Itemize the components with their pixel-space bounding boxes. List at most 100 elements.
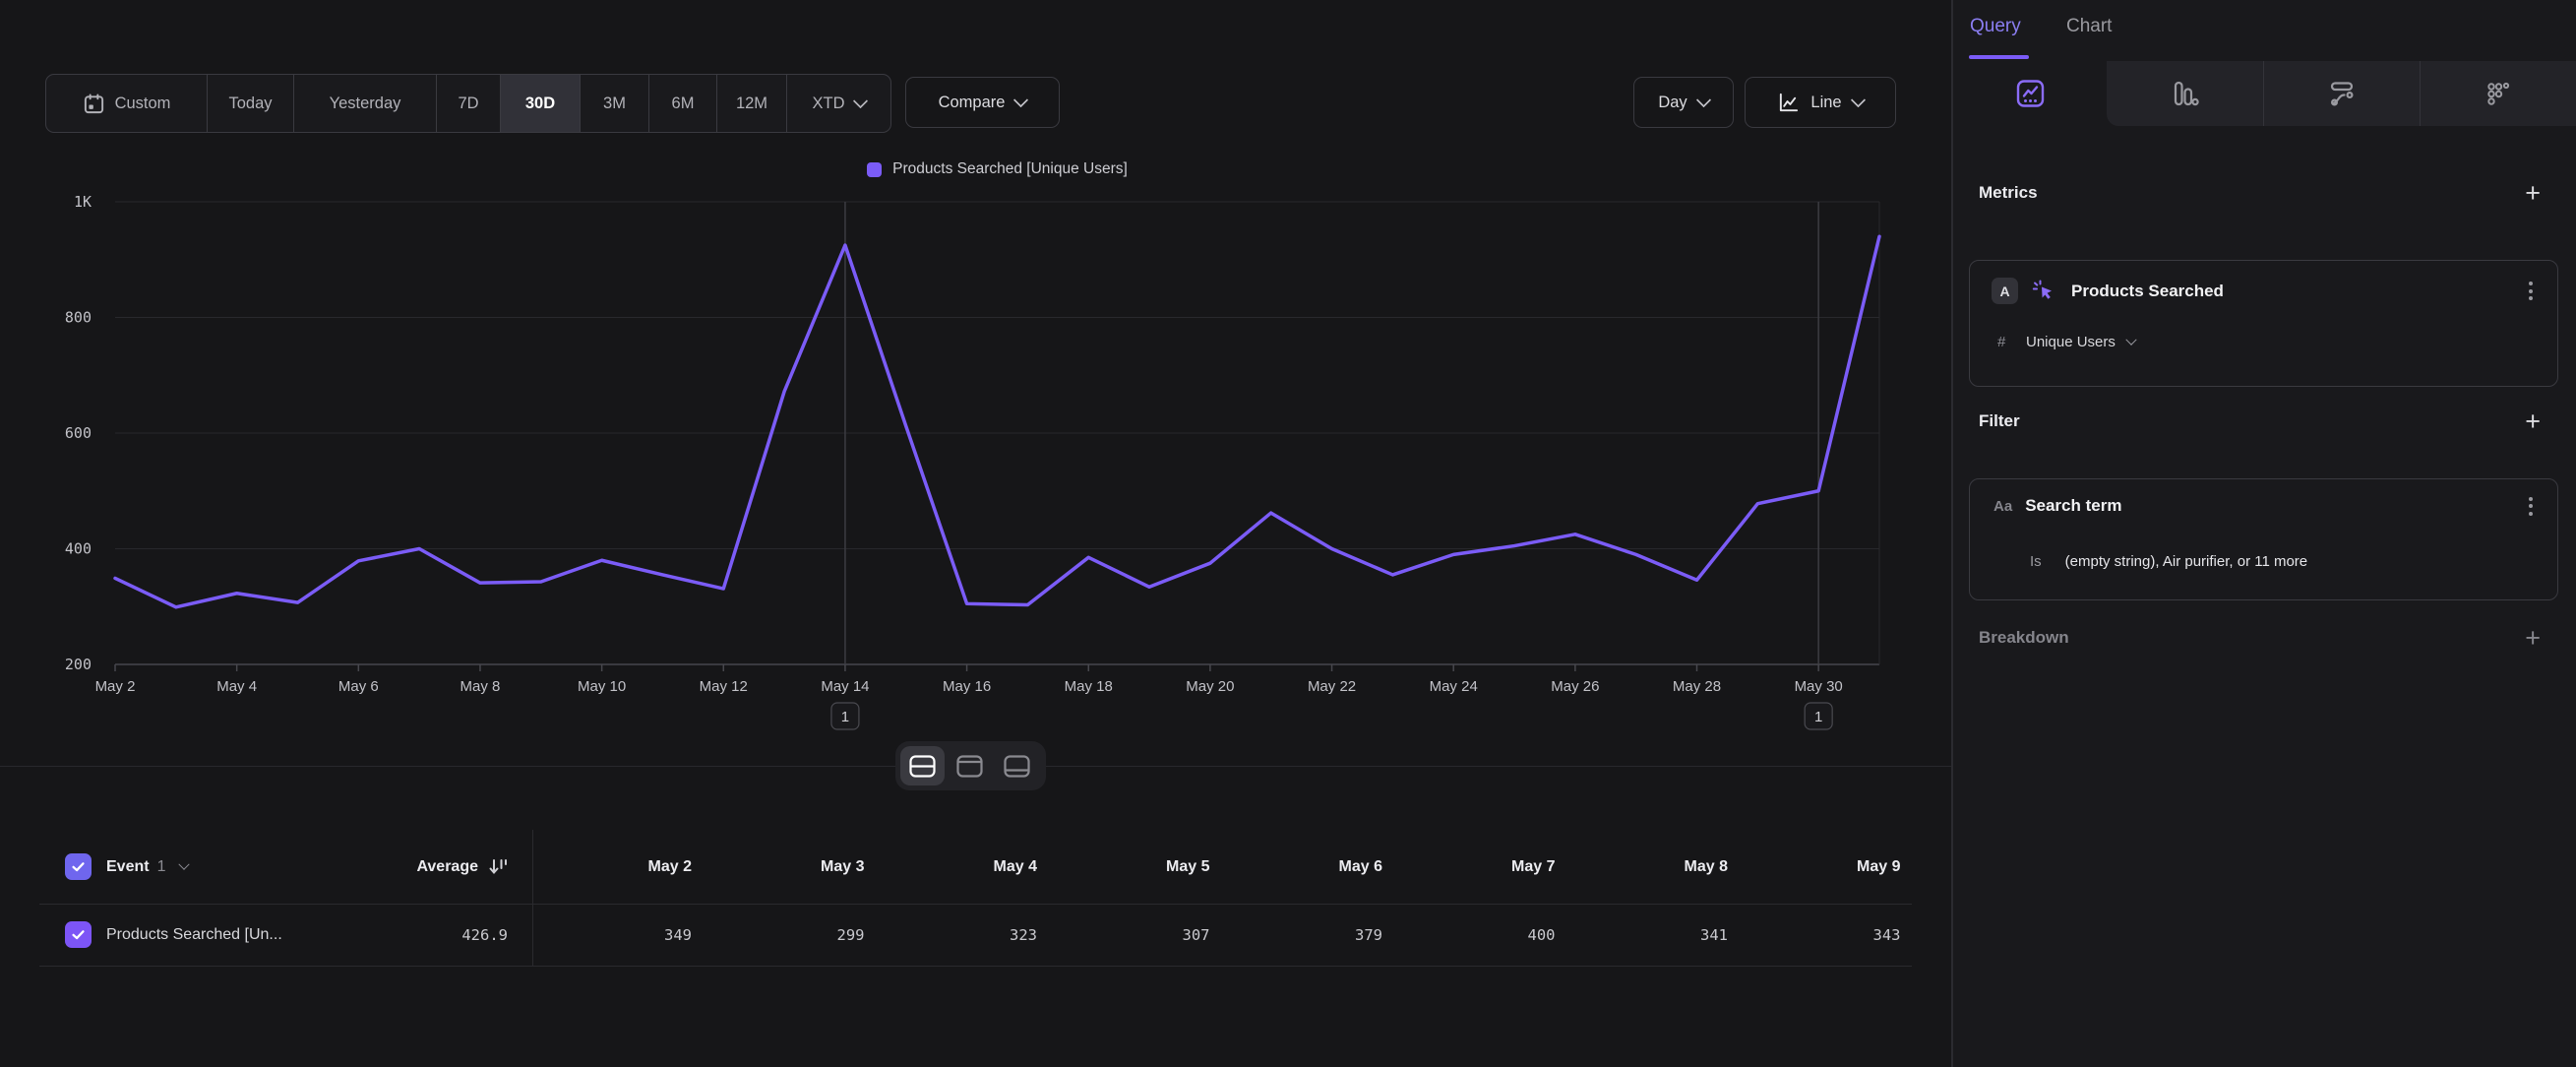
tab-query[interactable]: Query (1970, 16, 2021, 37)
range-button-today[interactable]: Today (207, 75, 293, 132)
cell-may-7: 400 (1382, 926, 1556, 944)
kebab-menu-icon[interactable] (2522, 497, 2540, 516)
event-count: 1 (157, 858, 166, 876)
compare-button[interactable]: Compare (905, 77, 1060, 128)
metrics-section-header: Metrics + (1979, 183, 2541, 203)
layout-split-button[interactable] (900, 746, 945, 785)
range-button-6m[interactable]: 6M (648, 75, 716, 132)
measure-selector[interactable]: # Unique Users (1997, 334, 2135, 350)
column-header-may-8: May 8 (1556, 858, 1729, 876)
chart-type-label: Line (1810, 94, 1841, 112)
column-divider (532, 830, 533, 966)
chart-type-button[interactable]: Line (1745, 77, 1896, 128)
filter-operator: Is (2030, 553, 2042, 570)
range-button-xtd[interactable]: XTD (786, 75, 890, 132)
x-axis-label: May 10 (578, 678, 626, 695)
tab-chart[interactable]: Chart (2066, 16, 2112, 37)
add-breakdown-button[interactable]: + (2525, 628, 2541, 648)
metric-event-name: Products Searched (2071, 282, 2224, 301)
filter-value: (empty string), Air purifier, or 11 more (2065, 553, 2307, 570)
filter-property-name: Search term (2025, 496, 2121, 516)
sort-descending-icon[interactable] (488, 857, 508, 876)
series-name: Products Searched [Un... (106, 926, 282, 944)
string-property-icon: Aa (1993, 498, 2012, 515)
range-button-3m[interactable]: 3M (580, 75, 648, 132)
kebab-menu-icon[interactable] (2522, 282, 2540, 300)
report-type-tabs (1953, 61, 2576, 126)
line-chart-plot[interactable]: 1K800600400200May 2May 4May 6May 8May 10… (0, 138, 1951, 768)
average-column-label: Average (416, 858, 478, 876)
insights-icon (2016, 79, 2045, 108)
event-click-icon (2031, 278, 2057, 304)
active-tab-underline (1969, 55, 2029, 59)
range-label: 7D (458, 94, 478, 113)
column-header-may-4: May 4 (865, 858, 1038, 876)
x-axis-label: May 26 (1551, 678, 1599, 695)
range-button-30d[interactable]: 30D (500, 75, 580, 132)
y-axis-label: 400 (65, 540, 92, 558)
add-metric-button[interactable]: + (2525, 183, 2541, 203)
granularity-label: Day (1658, 94, 1687, 112)
chevron-down-icon (1695, 92, 1711, 107)
x-axis-label: May 12 (700, 678, 748, 695)
range-label: 6M (672, 94, 695, 113)
range-button-7d[interactable]: 7D (436, 75, 500, 132)
breakdown-heading: Breakdown (1979, 628, 2069, 648)
range-button-12m[interactable]: 12M (716, 75, 786, 132)
line-chart-icon (1777, 92, 1800, 114)
filter-condition[interactable]: Is (empty string), Air purifier, or 11 m… (2030, 553, 2307, 570)
report-tab-insights[interactable] (1953, 61, 2107, 126)
chevron-down-icon (2125, 334, 2136, 345)
range-label: Today (228, 94, 272, 113)
average-value: 426.9 (461, 926, 508, 944)
cell-may-4: 323 (865, 926, 1038, 944)
date-range-group: Custom Today Yesterday 7D 30D3M 6M 12M XTD (45, 74, 891, 133)
query-sidebar: Query Chart (1951, 0, 2576, 1067)
breakdown-table: Event 1 Average May 2May 3May 4May 5May … (0, 830, 1951, 968)
y-axis-label: 600 (65, 424, 92, 442)
granularity-button[interactable]: Day (1633, 77, 1734, 128)
report-tab-retention[interactable] (2420, 61, 2576, 126)
compare-label: Compare (939, 94, 1006, 112)
y-axis-label: 200 (65, 656, 92, 673)
annotation-badge-label: 1 (1814, 709, 1822, 725)
range-label: Custom (115, 94, 171, 113)
column-header-may-9: May 9 (1728, 858, 1901, 876)
measure-label: Unique Users (2026, 334, 2116, 350)
flows-icon (2328, 80, 2356, 107)
cell-may-2: 349 (532, 926, 692, 944)
calendar-icon (83, 93, 105, 115)
add-filter-button[interactable]: + (2525, 411, 2541, 431)
x-axis-label: May 20 (1186, 678, 1234, 695)
range-button-custom[interactable]: Custom (46, 75, 207, 132)
x-axis-label: May 8 (460, 678, 501, 695)
layout-table-only-button[interactable] (995, 746, 1039, 785)
table-data-row[interactable]: Products Searched [Un... 426.9 349299323… (0, 904, 1951, 966)
select-all-checkbox[interactable] (65, 853, 92, 880)
metric-card[interactable]: A Products Searched # Unique Users (1969, 260, 2558, 387)
x-axis-label: May 22 (1308, 678, 1356, 695)
funnels-icon (2172, 80, 2199, 107)
metrics-heading: Metrics (1979, 183, 2038, 203)
date-values: 349299323307379400341343 (532, 904, 1901, 966)
cell-may-9: 343 (1728, 926, 1901, 944)
retention-icon (2484, 80, 2512, 107)
x-axis-label: May 6 (338, 678, 379, 695)
cell-may-6: 379 (1210, 926, 1383, 944)
cell-may-3: 299 (692, 926, 865, 944)
filter-card[interactable]: Aa Search term Is (empty string), Air pu… (1969, 478, 2558, 600)
row-checkbox[interactable] (65, 921, 92, 948)
chevron-down-icon[interactable] (179, 858, 190, 869)
report-tab-funnels[interactable] (2107, 61, 2263, 126)
date-column-headers: May 2May 3May 4May 5May 6May 7May 8May 9 (532, 830, 1901, 904)
range-label: XTD (813, 94, 845, 113)
data-series-line[interactable] (115, 236, 1879, 607)
x-axis-label: May 24 (1430, 678, 1478, 695)
report-tab-flows[interactable] (2263, 61, 2420, 126)
toolbar: Custom Today Yesterday 7D 30D3M 6M 12M XTD Comp… (0, 0, 1951, 138)
range-button-yesterday[interactable]: Yesterday (293, 75, 436, 132)
cell-may-5: 307 (1037, 926, 1210, 944)
layout-chart-only-button[interactable] (948, 746, 992, 785)
y-axis-label: 1K (74, 193, 92, 211)
cell-may-8: 341 (1556, 926, 1729, 944)
